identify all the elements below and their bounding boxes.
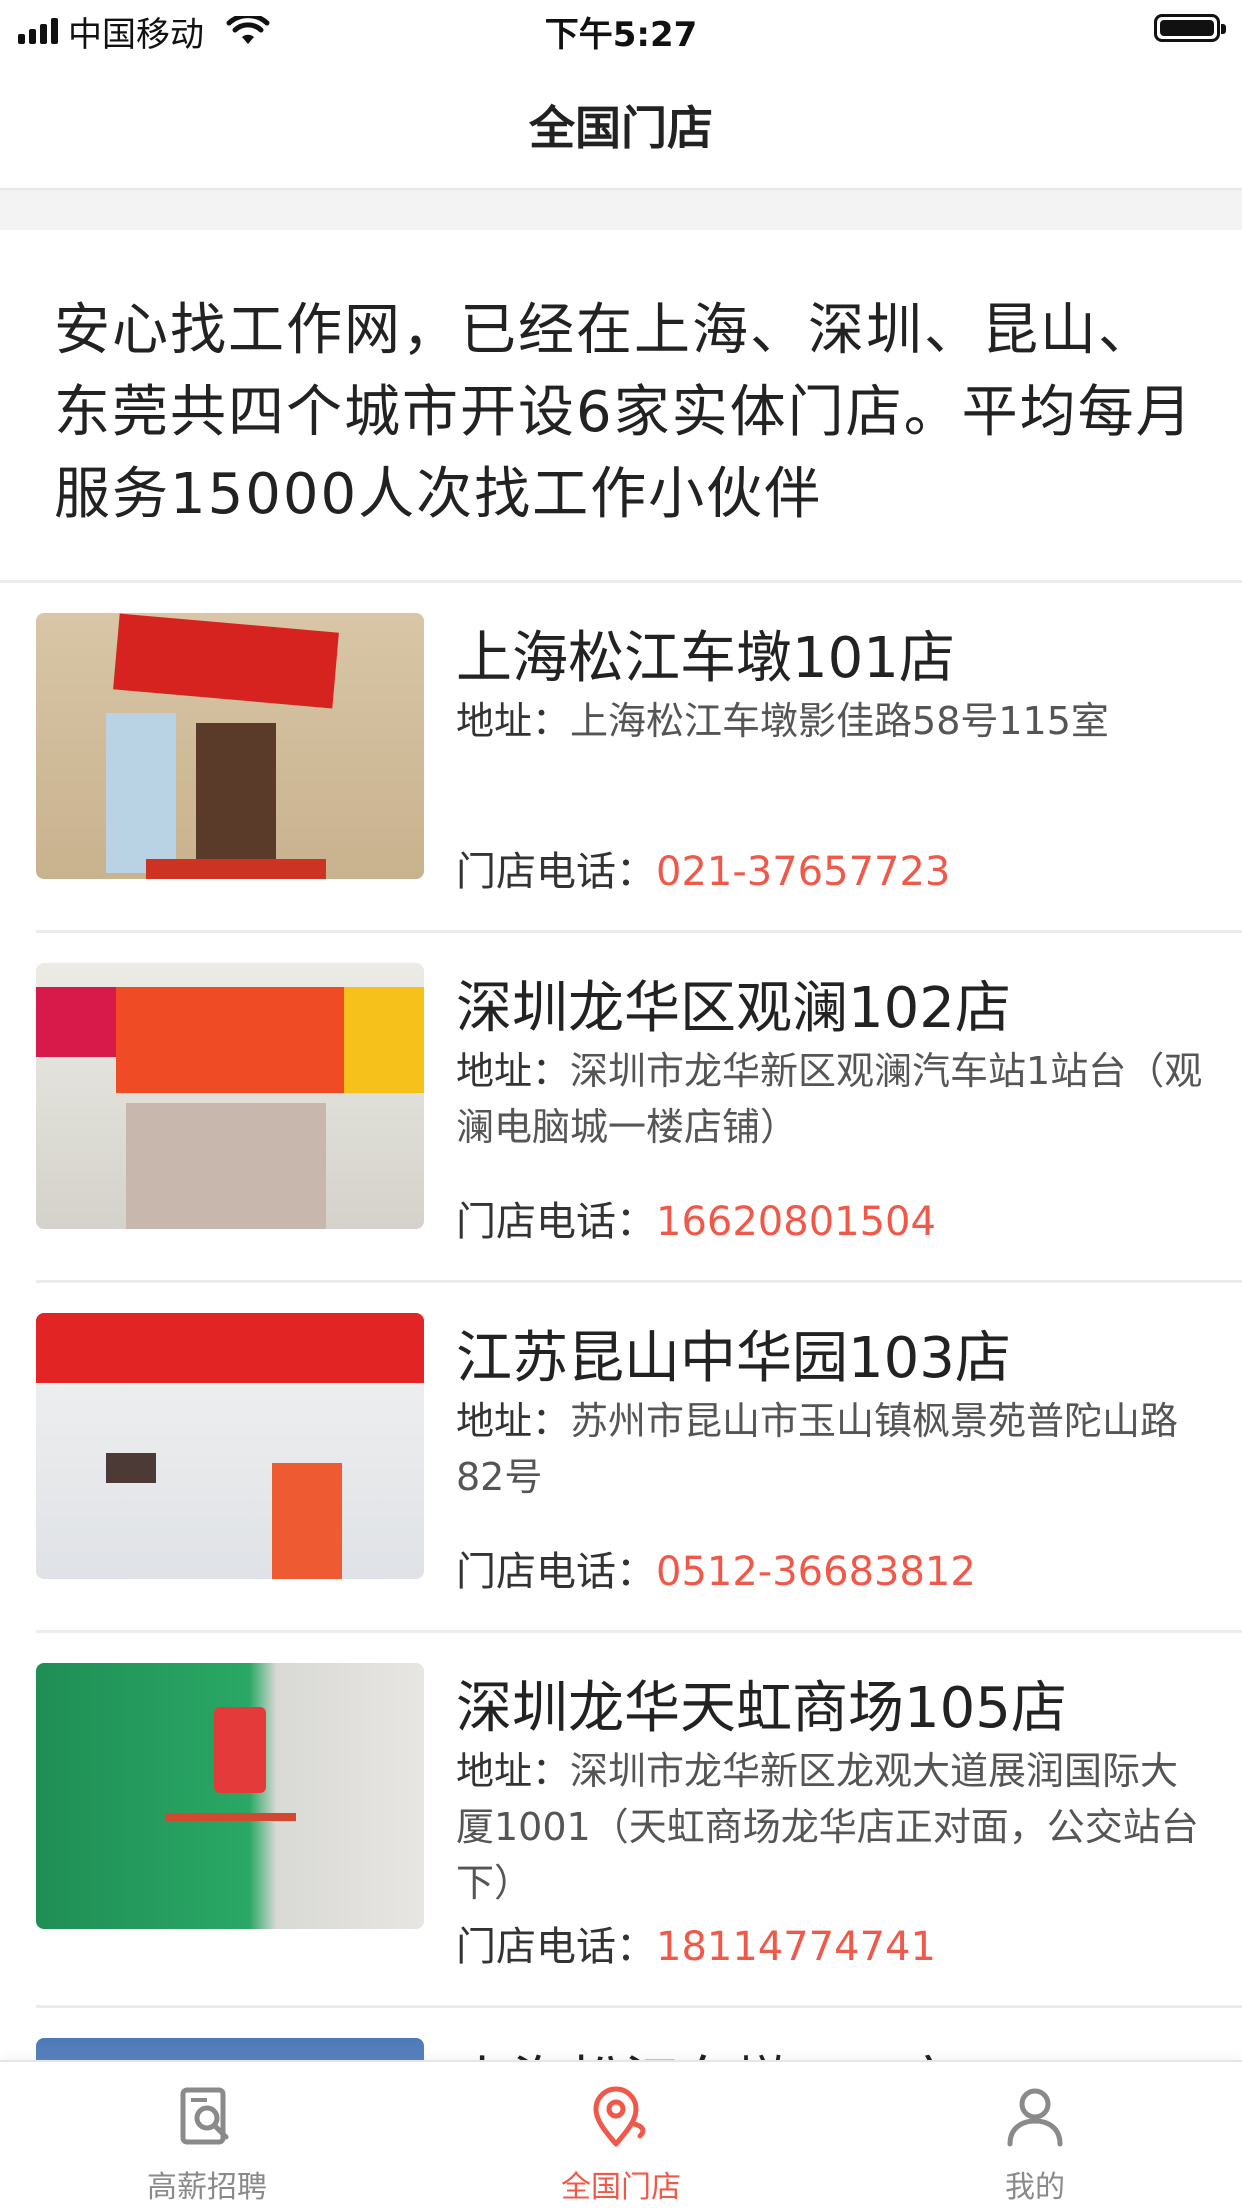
store-phone: 门店电话：0512-36683812 [456, 1539, 976, 1597]
tab-profile[interactable]: 我的 [828, 2062, 1242, 2208]
address-value: 上海松江车墩影佳路58号115室 [570, 699, 1109, 743]
store-item[interactable]: 深圳龙华区观澜102店 地址：深圳市龙华新区观澜汽车站1站台（观澜电脑城一楼店铺… [0, 933, 1242, 1283]
store-name: 江苏昆山中华园103店 [456, 1326, 1011, 1391]
store-phone: 门店电话：021-37657723 [456, 839, 950, 897]
section-spacer [0, 190, 1242, 230]
address-label: 地址： [456, 1399, 571, 1443]
location-pin-icon [593, 2086, 646, 2147]
store-address: 地址：上海松江车墩影佳路58号115室 [456, 693, 1216, 749]
store-address: 地址：深圳市龙华新区龙观大道展润国际大厦1001（天虹商场龙华店正对面，公交站台… [456, 1743, 1216, 1911]
battery-icon [1154, 14, 1226, 42]
store-name: 深圳龙华天虹商场105店 [456, 1676, 1067, 1741]
navigation-bar: 全国门店 [0, 62, 1242, 190]
store-item[interactable]: 上海松江车墩101店 地址：上海松江车墩影佳路58号115室 门店电话：021-… [0, 583, 1242, 933]
phone-number-link[interactable]: 021-37657723 [656, 849, 950, 895]
phone-label: 门店电话： [456, 1199, 656, 1245]
tab-jobs[interactable]: 高薪招聘 [0, 2062, 414, 2208]
store-address: 地址：深圳市龙华新区观澜汽车站1站台（观澜电脑城一楼店铺） [456, 1043, 1216, 1155]
job-search-icon [180, 2087, 229, 2145]
address-label: 地址： [456, 1049, 571, 1093]
store-name: 深圳龙华区观澜102店 [456, 976, 1011, 1041]
address-label: 地址： [456, 699, 571, 743]
tab-label: 我的 [1005, 2170, 1065, 2205]
status-time: 下午5:27 [544, 14, 698, 55]
store-photo [36, 613, 424, 879]
page-title: 全国门店 [529, 101, 713, 155]
phone-number-link[interactable]: 16620801504 [656, 1199, 936, 1245]
status-bar: 中国移动 下午5:27 [0, 0, 1242, 62]
phone-label: 门店电话： [456, 1549, 656, 1595]
tab-stores[interactable]: 全国门店 [414, 2062, 828, 2208]
store-address: 地址：苏州市昆山市玉山镇枫景苑普陀山路82号 [456, 1393, 1216, 1505]
phone-label: 门店电话： [456, 849, 656, 895]
phone-number-link[interactable]: 18114774741 [656, 1924, 936, 1970]
store-item[interactable]: 江苏昆山中华园103店 地址：苏州市昆山市玉山镇枫景苑普陀山路82号 门店电话：… [0, 1283, 1242, 1633]
intro-text: 安心找工作网，已经在上海、深圳、昆山、东莞共四个城市开设6家实体门店。平均每月服… [54, 298, 1194, 527]
store-photo [36, 963, 424, 1229]
phone-number-link[interactable]: 0512-36683812 [656, 1549, 976, 1595]
store-list: 上海松江车墩101店 地址：上海松江车墩影佳路58号115室 门店电话：021-… [0, 583, 1242, 2088]
tab-label: 高薪招聘 [147, 2170, 267, 2205]
store-phone: 门店电话：18114774741 [456, 1914, 936, 1972]
store-photo [36, 1313, 424, 1579]
user-icon [1007, 2088, 1063, 2147]
store-phone: 门店电话：16620801504 [456, 1189, 936, 1247]
tab-label: 全国门店 [561, 2170, 681, 2205]
store-photo [36, 1663, 424, 1929]
phone-label: 门店电话： [456, 1924, 656, 1970]
store-name: 上海松江车墩101店 [456, 626, 955, 691]
store-item[interactable]: 深圳龙华天虹商场105店 地址：深圳市龙华新区龙观大道展润国际大厦1001（天虹… [0, 1633, 1242, 2008]
address-label: 地址： [456, 1749, 571, 1793]
tab-bar: 高薪招聘 全国门店 我的 [0, 2060, 1242, 2208]
